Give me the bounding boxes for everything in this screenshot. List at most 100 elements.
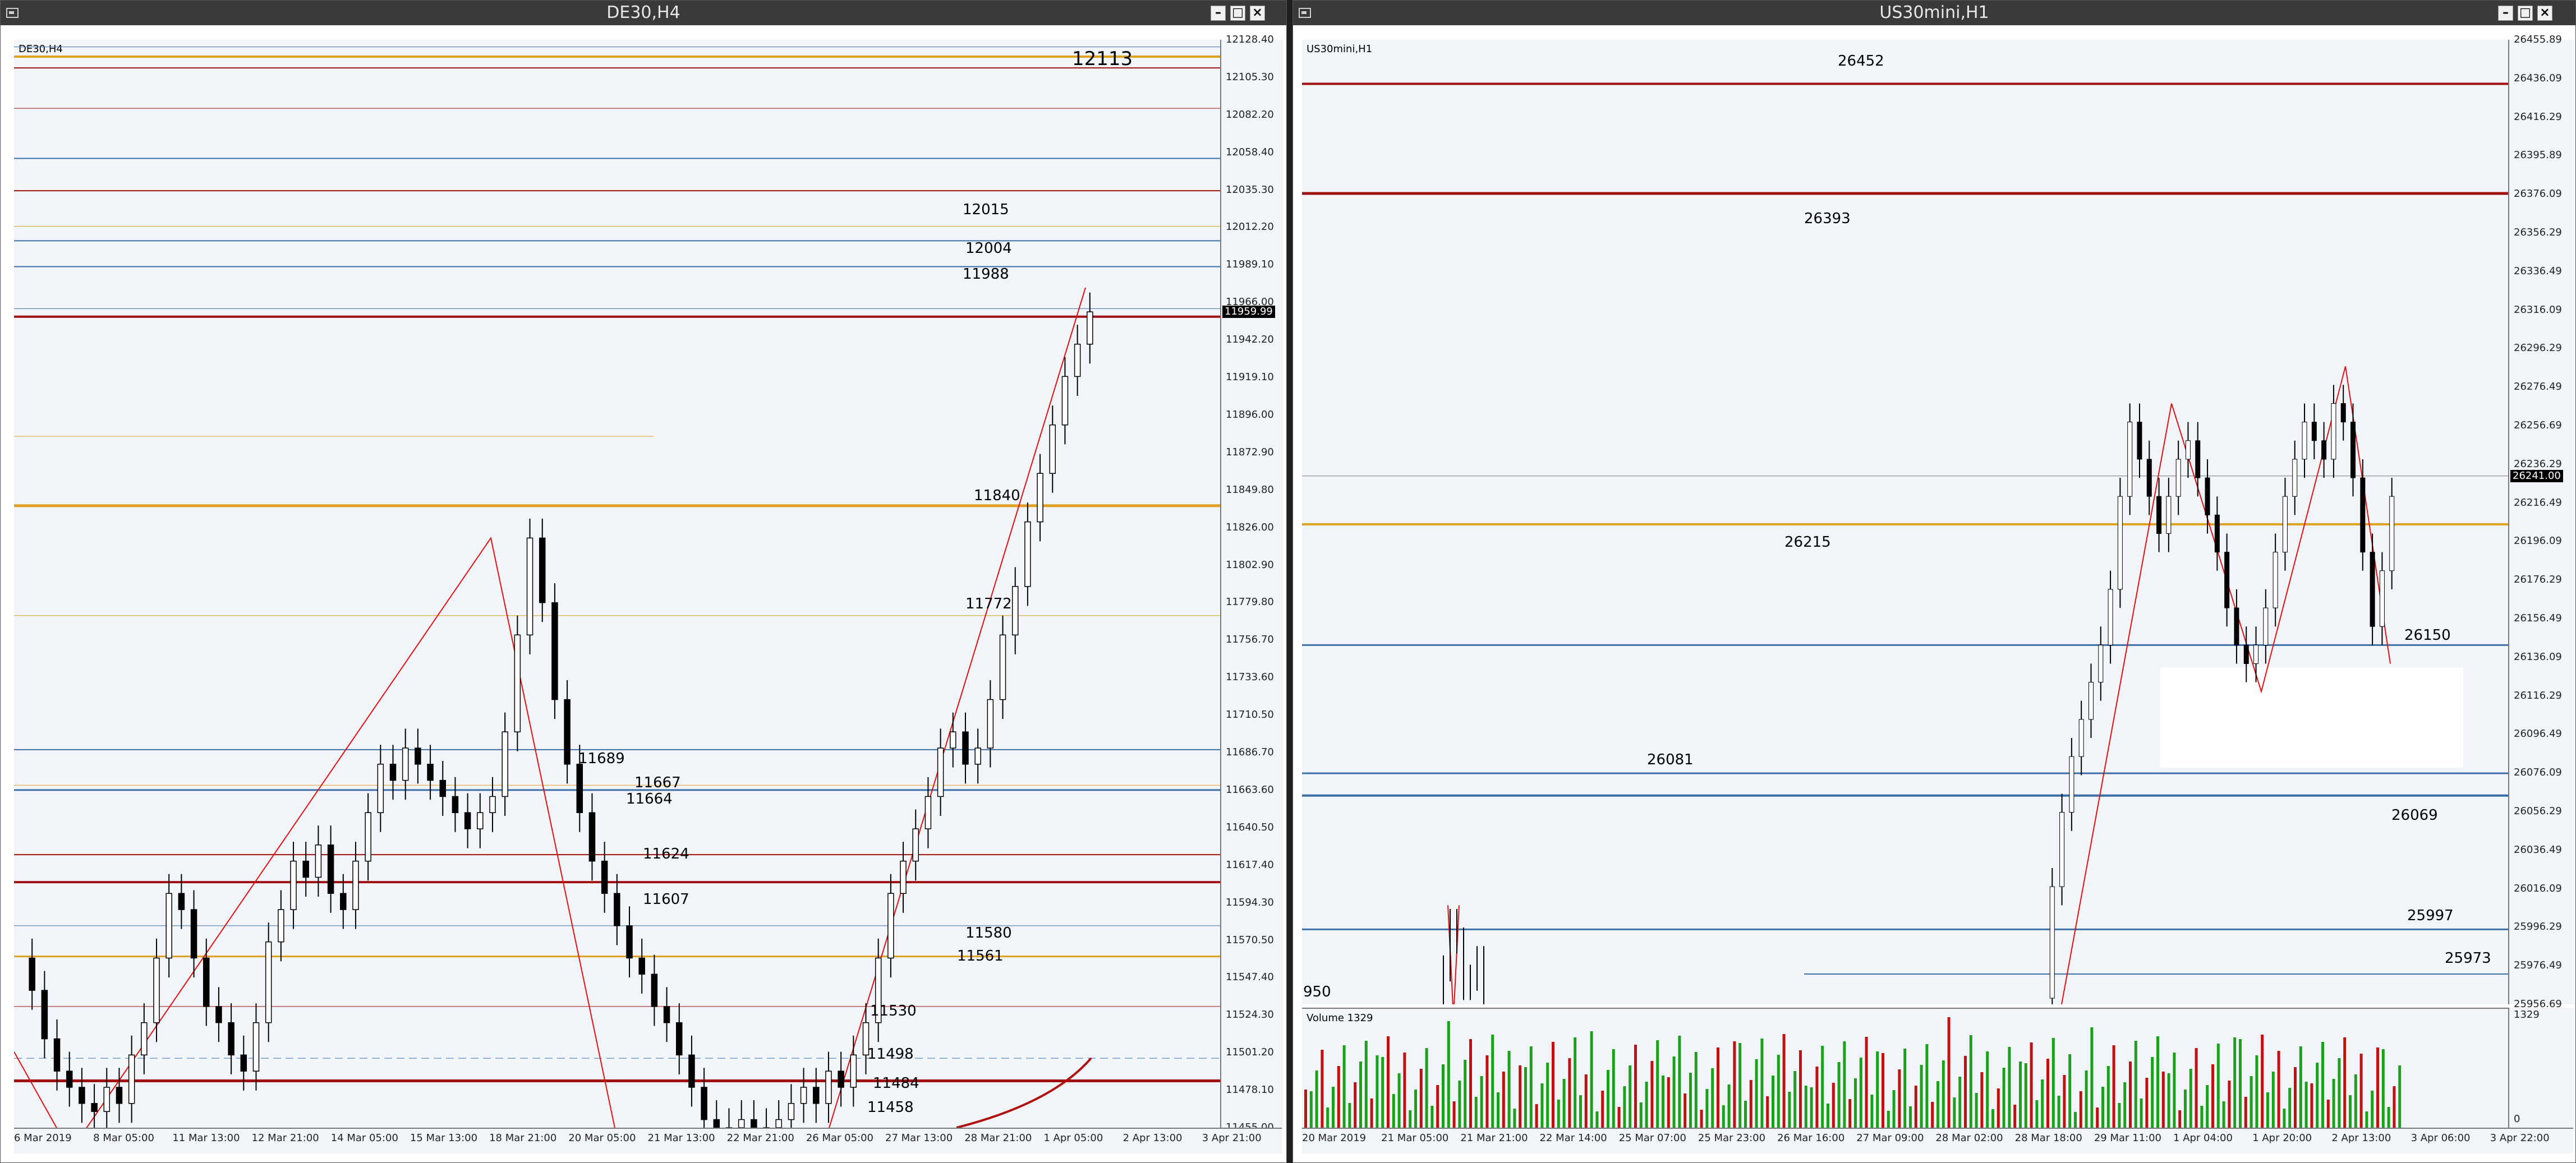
title-bar[interactable]: DE30,H4 – □ × (1, 1, 1286, 25)
price-tick-label: 11686.70 (1226, 746, 1274, 759)
close-button[interactable]: × (2537, 6, 2552, 21)
volume-bar (1969, 1035, 1972, 1129)
price-chart-area[interactable]: DE30,H4 12113 12015 12004 11988 11840 11772 11… (14, 40, 1220, 1128)
maximize-button[interactable]: □ (1230, 6, 1245, 21)
price-tick-label: 26356.29 (2514, 227, 2562, 238)
title-bar[interactable]: US30mini,H1 – □ × (1293, 1, 2575, 25)
time-tick-label: 26 Mar 16:00 (1777, 1132, 1845, 1144)
volume-bar (1656, 1040, 1659, 1129)
volume-bar (1342, 1045, 1346, 1129)
volume-bar (1595, 1111, 1599, 1129)
candle-body (2146, 459, 2152, 497)
volume-bar (2118, 1103, 2121, 1129)
time-tick-label: 20 Mar 05:00 (568, 1132, 636, 1144)
candle-body (91, 1103, 98, 1112)
candle-body (402, 747, 409, 781)
candle-body (228, 1022, 234, 1056)
level-label: 11840 (974, 487, 1020, 504)
volume-bar (1694, 1052, 1698, 1129)
time-tick-label: 3 Apr 22:00 (2490, 1132, 2550, 1144)
candle-body (377, 764, 384, 813)
candle-body (2370, 552, 2375, 627)
candle-body (2302, 422, 2307, 460)
close-button[interactable]: × (1250, 6, 1265, 21)
level-label: 11484 (873, 1075, 919, 1092)
volume-bar (2277, 1051, 2280, 1129)
price-tick-label: 11942.20 (1226, 334, 1274, 346)
candle-body (2166, 496, 2172, 534)
volume-bar (1815, 1067, 1819, 1129)
time-tick-label: 21 Mar 05:00 (1381, 1132, 1449, 1144)
price-chart-area[interactable]: US30mini,H1 26452 26393 26215 26150 26081 260… (1302, 40, 2508, 1004)
de30-chart-window[interactable]: DE30,H4 – □ × DE30,H4 12113 12015 12004 119… (0, 0, 1287, 1163)
volume-bar (2349, 1095, 2352, 1129)
volume-bar (2381, 1049, 2385, 1129)
candle-body (2234, 607, 2239, 645)
minimize-button[interactable]: – (1211, 6, 1226, 21)
volume-bar (1887, 1111, 1890, 1129)
volume-panel[interactable]: Volume 1329 (1302, 1008, 2508, 1129)
volume-bar (1370, 1099, 1373, 1129)
price-tick-label: 26296.29 (2514, 342, 2562, 354)
volume-bar (2167, 1073, 2170, 1129)
volume-bar (1485, 1055, 1489, 1129)
volume-bar (1953, 1097, 1956, 1129)
candle-body (937, 747, 944, 797)
price-tick-label: 12058.40 (1226, 146, 1274, 158)
candle-body (415, 747, 421, 765)
volume-bar (2283, 1109, 2286, 1129)
price-tick-label: 11640.50 (1226, 821, 1274, 833)
volume-bar (1782, 1034, 1786, 1129)
level-label: 26452 (1838, 52, 1884, 70)
level-label: 11530 (870, 1002, 917, 1019)
candle-body (2331, 403, 2336, 460)
volume-bar (2074, 1112, 2077, 1129)
price-tick-label: 11570.50 (1226, 934, 1274, 946)
candle-body (452, 796, 459, 813)
volume-bar (2211, 1064, 2214, 1129)
level-label: 25997 (2407, 907, 2454, 925)
candle-body (638, 957, 645, 975)
candle-body (2069, 756, 2074, 813)
price-axis[interactable]: 12128.40 12105.30 12082.20 12058.40 12035.30… (1220, 34, 1283, 1133)
volume-bar (1738, 1043, 1742, 1129)
candle-body (2243, 644, 2249, 664)
volume-bar (1474, 1097, 1478, 1129)
price-tick-label: 11779.80 (1226, 596, 1274, 608)
time-axis[interactable]: 20 Mar 2019 21 Mar 05:00 21 Mar 21:00 22 Ma… (1302, 1128, 2573, 1153)
volume-bar (1309, 1091, 1313, 1129)
volume-bar (1376, 1055, 1379, 1129)
highlight-box (2160, 667, 2463, 768)
candle-body (340, 893, 347, 910)
volume-bar (2030, 1042, 2033, 1129)
level-label: 11988 (963, 265, 1009, 283)
volume-bar (2387, 1107, 2390, 1129)
volume-bar (2326, 1100, 2330, 1129)
volume-max-tick: 1329 (2514, 1009, 2540, 1021)
level-label: 12113 (1072, 47, 1133, 70)
maximize-button[interactable]: □ (2518, 6, 2533, 21)
us30mini-chart-window[interactable]: US30mini,H1 – □ × US30mini,H1 26452 26393… (1292, 0, 2576, 1163)
minimize-button[interactable]: – (2498, 6, 2513, 21)
time-tick-label: 27 Mar 09:00 (1856, 1132, 1924, 1144)
level-label: 11498 (867, 1046, 914, 1063)
candle-body (2108, 589, 2113, 645)
level-label: 26393 (1804, 210, 1851, 228)
volume-bar (1843, 1041, 1846, 1129)
time-tick-label: 21 Mar 13:00 (647, 1132, 715, 1144)
volume-bar (1705, 1089, 1709, 1129)
candle-body (2127, 422, 2133, 497)
time-tick-label: 12 Mar 21:00 (251, 1132, 319, 1144)
candle-body (116, 1087, 123, 1104)
volume-bar (2051, 1038, 2055, 1129)
volume-bar (1442, 1064, 1445, 1129)
time-axis[interactable]: 6 Mar 2019 8 Mar 05:00 11 Mar 13:00 12 Mar … (14, 1128, 1282, 1153)
candle-body (1011, 586, 1019, 636)
volume-bar (1332, 1087, 1335, 1129)
volume-bar (1321, 1050, 1324, 1129)
volume-axis[interactable]: 1329 0 (2508, 1008, 2574, 1128)
price-axis[interactable]: 26455.89 26436.09 26416.29 26395.89 26376.09… (2508, 34, 2574, 1010)
volume-bar (2338, 1058, 2341, 1129)
volume-bar (1936, 1081, 1939, 1129)
price-tick-label: 12012.20 (1226, 221, 1274, 233)
